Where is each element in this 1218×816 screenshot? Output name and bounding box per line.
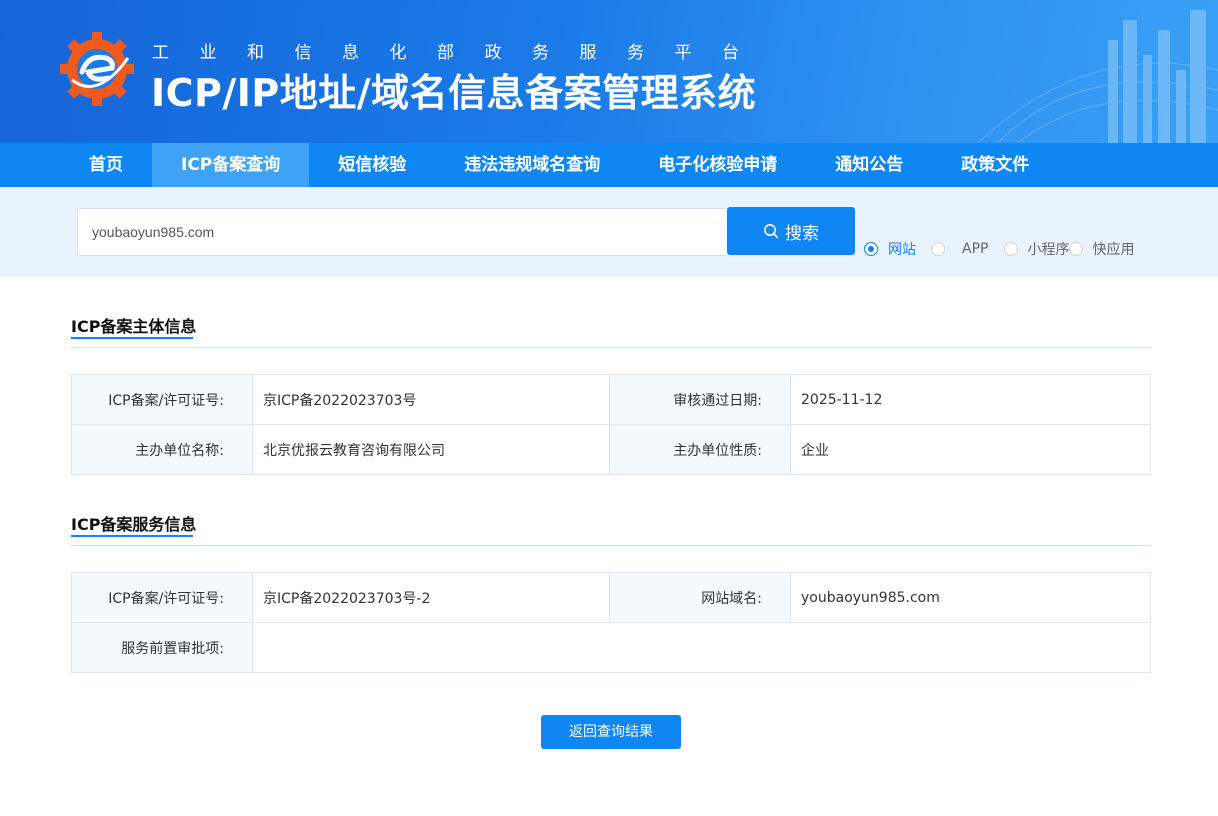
table-row: 主办单位名称: 北京优报云教育咨询有限公司 主办单位性质: 企业 [71,424,1151,475]
radio-app[interactable]: APP [931,241,988,257]
domain-value: youbaoyun985.com [790,572,1151,623]
service-license-label: ICP备案/许可证号: [71,572,253,623]
pre-approval-label: 服务前置审批项: [71,622,253,673]
platform-subtitle: 工业和信息化部政务服务平台 [152,43,770,63]
city-skyline-decoration [977,10,1218,143]
main-nav: 首页 ICP备案查询 短信核验 违法违规域名查询 电子化核验申请 通知公告 政策… [0,143,1218,187]
pre-approval-value [252,622,1151,673]
radio-dot [1069,242,1084,256]
service-info-table: ICP备案/许可证号: 京ICP备2022023703号-2 网站域名: you… [71,572,1151,673]
approve-date-value: 2025-11-12 [790,374,1151,425]
search-bar-area: 搜索 网站 APP 小程序 快应用 [0,187,1218,277]
radio-label-quickapp: 快应用 [1092,242,1135,258]
radio-dot [931,242,945,256]
org-type-label: 主办单位性质: [609,424,791,475]
radio-website[interactable]: 网站 [864,239,916,259]
nav-item-illegal-domain-query[interactable]: 违法违规域名查询 [435,143,629,187]
service-section-title: ICP备案服务信息 [71,515,197,534]
org-type-value: 企业 [790,424,1151,475]
radio-miniprogram[interactable]: 小程序 [1004,239,1069,259]
search-button-label: 搜索 [785,223,819,244]
back-to-results-button[interactable]: 返回查询结果 [541,715,681,749]
subject-section-title: ICP备案主体信息 [71,317,197,336]
license-number-label: ICP备案/许可证号: [71,374,253,425]
section-title-underline [71,337,193,339]
nav-item-icp-query[interactable]: ICP备案查询 [152,143,310,187]
nav-item-notices[interactable]: 通知公告 [806,143,932,187]
search-icon [764,224,779,239]
radio-dot [1004,242,1019,256]
nav-item-e-verify-apply[interactable]: 电子化核验申请 [629,143,806,187]
search-button[interactable]: 搜索 [727,207,855,255]
table-row: ICP备案/许可证号: 京ICP备2022023703号-2 网站域名: you… [71,572,1151,623]
section-divider [71,545,1151,546]
section-divider [71,347,1151,348]
search-type-radio-group: 网站 APP 小程序 快应用 [864,239,1134,259]
section-title-underline [71,535,193,537]
radio-label-app: APP [962,241,989,257]
license-number-value: 京ICP备2022023703号 [252,374,610,425]
domain-label: 网站域名: [609,572,791,623]
radio-label-miniprogram: 小程序 [1027,242,1070,258]
header-banner: 工业和信息化部政务服务平台 ICP/IP地址/域名信息备案管理系统 [0,0,1218,143]
nav-item-policy-docs[interactable]: 政策文件 [932,143,1058,187]
radio-label-website: 网站 [888,242,916,258]
nav-item-home[interactable]: 首页 [60,143,152,187]
org-name-value: 北京优报云教育咨询有限公司 [252,424,610,475]
approve-date-label: 审核通过日期: [609,374,791,425]
radio-quickapp[interactable]: 快应用 [1069,239,1134,259]
miit-logo-icon [60,32,134,106]
table-row: 服务前置审批项: [71,622,1151,673]
nav-item-sms-verify[interactable]: 短信核验 [309,143,435,187]
table-row: ICP备案/许可证号: 京ICP备2022023703号 审核通过日期: 202… [71,374,1151,425]
subject-info-table: ICP备案/许可证号: 京ICP备2022023703号 审核通过日期: 202… [71,374,1151,475]
org-name-label: 主办单位名称: [71,424,253,475]
search-input[interactable] [77,208,727,256]
radio-dot [864,242,878,256]
service-license-value: 京ICP备2022023703号-2 [252,572,610,623]
system-title: ICP/IP地址/域名信息备案管理系统 [151,71,757,115]
